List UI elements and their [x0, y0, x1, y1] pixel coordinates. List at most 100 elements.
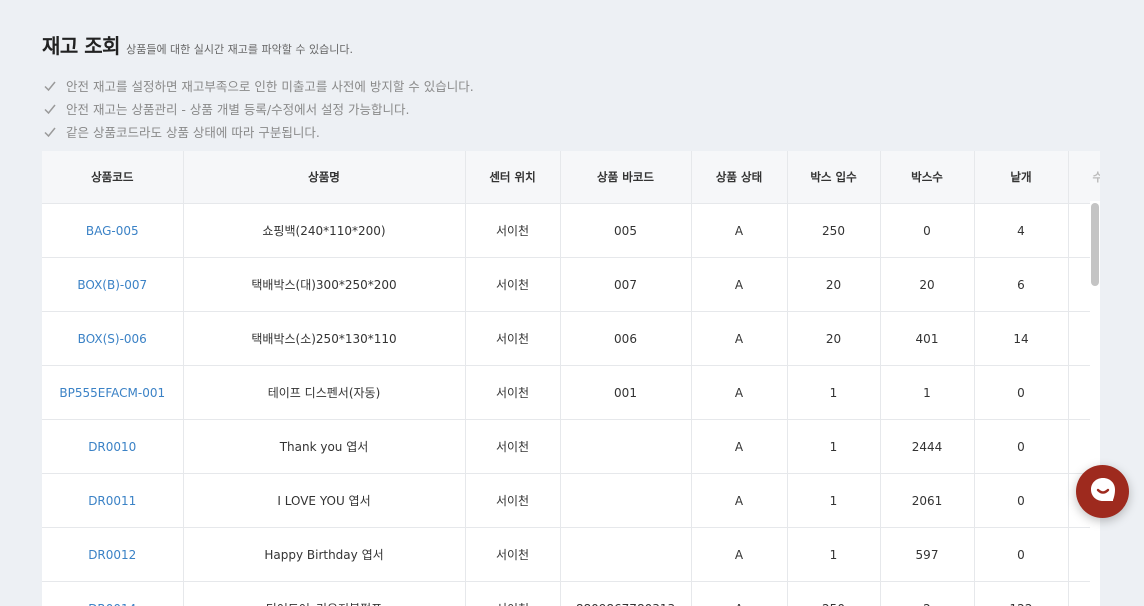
unit-count: 4	[974, 203, 1069, 258]
status: A	[691, 365, 788, 420]
table-row[interactable]: DR0012 Happy Birthday 엽서 서이천 A 1 597 0	[42, 527, 1100, 582]
column-header-box-count[interactable]: 박스수	[880, 151, 975, 204]
status: A	[691, 419, 788, 474]
note-item: 안전 재고는 상품관리 - 상품 개별 등록/수정에서 설정 가능합니다.	[44, 97, 474, 120]
table-row[interactable]: DR0010 Thank you 엽서 서이천 A 1 2444 0	[42, 419, 1100, 474]
product-name: 테이프 디스펜서(자동)	[183, 365, 466, 420]
inventory-table: 상품코드 상품명 센터 위치 상품 바코드 상품 상태 박스 입수 박스수 낱개…	[42, 151, 1100, 606]
box-qty: 1	[787, 527, 881, 582]
product-name: 디어도어_리유저블펌프	[183, 581, 466, 606]
center-location: 서이천	[465, 203, 561, 258]
box-qty: 1	[787, 419, 881, 474]
status: A	[691, 311, 788, 366]
box-qty: 20	[787, 311, 881, 366]
unit-count: 122	[974, 581, 1069, 606]
box-count: 1	[880, 365, 975, 420]
check-icon	[44, 80, 56, 92]
unit-count: 0	[974, 527, 1069, 582]
box-count: 597	[880, 527, 975, 582]
product-name: 택배박스(대)300*250*200	[183, 257, 466, 312]
product-code-link[interactable]: BOX(S)-006	[42, 311, 184, 366]
status: A	[691, 527, 788, 582]
center-location: 서이천	[465, 581, 561, 606]
status: A	[691, 257, 788, 312]
center-location: 서이천	[465, 419, 561, 474]
note-item: 같은 상품코드라도 상품 상태에 따라 구분됩니다.	[44, 120, 474, 143]
table-header-row: 상품코드 상품명 센터 위치 상품 바코드 상품 상태 박스 입수 박스수 낱개…	[42, 151, 1100, 204]
scrollbar-thumb[interactable]	[1091, 203, 1099, 286]
note-text: 안전 재고는 상품관리 - 상품 개별 등록/수정에서 설정 가능합니다.	[66, 102, 410, 117]
center-location: 서이천	[465, 527, 561, 582]
unit-count: 0	[974, 365, 1069, 420]
box-qty: 250	[787, 203, 881, 258]
note-item: 안전 재고를 설정하면 재고부족으로 인한 미출고를 사전에 방지할 수 있습니…	[44, 74, 474, 97]
box-count: 2444	[880, 419, 975, 474]
table-row[interactable]: BOX(B)-007 택배박스(대)300*250*200 서이천 007 A …	[42, 257, 1100, 312]
check-icon	[44, 103, 56, 115]
status: A	[691, 581, 788, 606]
column-header-box-qty[interactable]: 박스 입수	[787, 151, 881, 204]
column-header-product-name[interactable]: 상품명	[183, 151, 466, 204]
table-row[interactable]: DR0011 I LOVE YOU 엽서 서이천 A 1 2061 0	[42, 473, 1100, 528]
page-header: 재고 조회 상품들에 대한 실시간 재고를 파악할 수 있습니다.	[42, 30, 353, 59]
product-code-link[interactable]: DR0011	[42, 473, 184, 528]
check-icon	[44, 126, 56, 138]
product-name: Thank you 엽서	[183, 419, 466, 474]
column-header-product-code[interactable]: 상품코드	[42, 151, 184, 204]
status: A	[691, 203, 788, 258]
box-count: 2061	[880, 473, 975, 528]
product-name: Happy Birthday 엽서	[183, 527, 466, 582]
box-count: 401	[880, 311, 975, 366]
box-count: 0	[880, 203, 975, 258]
center-location: 서이천	[465, 365, 561, 420]
box-count: 2	[880, 581, 975, 606]
box-count: 20	[880, 257, 975, 312]
column-header-center-location[interactable]: 센터 위치	[465, 151, 561, 204]
page-subtitle: 상품들에 대한 실시간 재고를 파악할 수 있습니다.	[126, 43, 353, 56]
center-location: 서이천	[465, 257, 561, 312]
barcode: 8809867780313	[560, 581, 692, 606]
chat-button[interactable]	[1076, 465, 1129, 518]
product-code-link[interactable]: BOX(B)-007	[42, 257, 184, 312]
product-code-link[interactable]: BP555EFACM-001	[42, 365, 184, 420]
column-header-status[interactable]: 상품 상태	[691, 151, 788, 204]
barcode: 006	[560, 311, 692, 366]
box-qty: 1	[787, 473, 881, 528]
barcode	[560, 473, 692, 528]
product-code-link[interactable]: DR0012	[42, 527, 184, 582]
notes-list: 안전 재고를 설정하면 재고부족으로 인한 미출고를 사전에 방지할 수 있습니…	[44, 74, 474, 143]
product-name: 택배박스(소)250*130*110	[183, 311, 466, 366]
unit-count: 0	[974, 419, 1069, 474]
barcode	[560, 527, 692, 582]
table-row[interactable]: BP555EFACM-001 테이프 디스펜서(자동) 서이천 001 A 1 …	[42, 365, 1100, 420]
product-code-link[interactable]: DR0014	[42, 581, 184, 606]
product-name: I LOVE YOU 엽서	[183, 473, 466, 528]
column-header-unit-count[interactable]: 낱개	[974, 151, 1069, 204]
page-title: 재고 조회	[42, 34, 121, 58]
note-text: 같은 상품코드라도 상품 상태에 따라 구분됩니다.	[66, 125, 320, 140]
center-location: 서이천	[465, 311, 561, 366]
box-qty: 1	[787, 365, 881, 420]
column-header-more[interactable]: 수	[1068, 151, 1100, 204]
product-name: 쇼핑백(240*110*200)	[183, 203, 466, 258]
barcode: 001	[560, 365, 692, 420]
box-qty: 250	[787, 581, 881, 606]
table-row[interactable]: BOX(S)-006 택배박스(소)250*130*110 서이천 006 A …	[42, 311, 1100, 366]
column-header-barcode[interactable]: 상품 바코드	[560, 151, 692, 204]
product-code-link[interactable]: DR0010	[42, 419, 184, 474]
unit-count: 14	[974, 311, 1069, 366]
unit-count: 6	[974, 257, 1069, 312]
unit-count: 0	[974, 473, 1069, 528]
status: A	[691, 473, 788, 528]
table-row[interactable]: DR0014 디어도어_리유저블펌프 서이천 8809867780313 A 2…	[42, 581, 1100, 606]
barcode	[560, 419, 692, 474]
barcode: 005	[560, 203, 692, 258]
table-row[interactable]: BAG-005 쇼핑백(240*110*200) 서이천 005 A 250 0…	[42, 203, 1100, 258]
center-location: 서이천	[465, 473, 561, 528]
product-code-link[interactable]: BAG-005	[42, 203, 184, 258]
note-text: 안전 재고를 설정하면 재고부족으로 인한 미출고를 사전에 방지할 수 있습니…	[66, 79, 474, 94]
box-qty: 20	[787, 257, 881, 312]
chat-icon	[1088, 475, 1118, 509]
barcode: 007	[560, 257, 692, 312]
table-scrollbar[interactable]	[1090, 201, 1100, 606]
